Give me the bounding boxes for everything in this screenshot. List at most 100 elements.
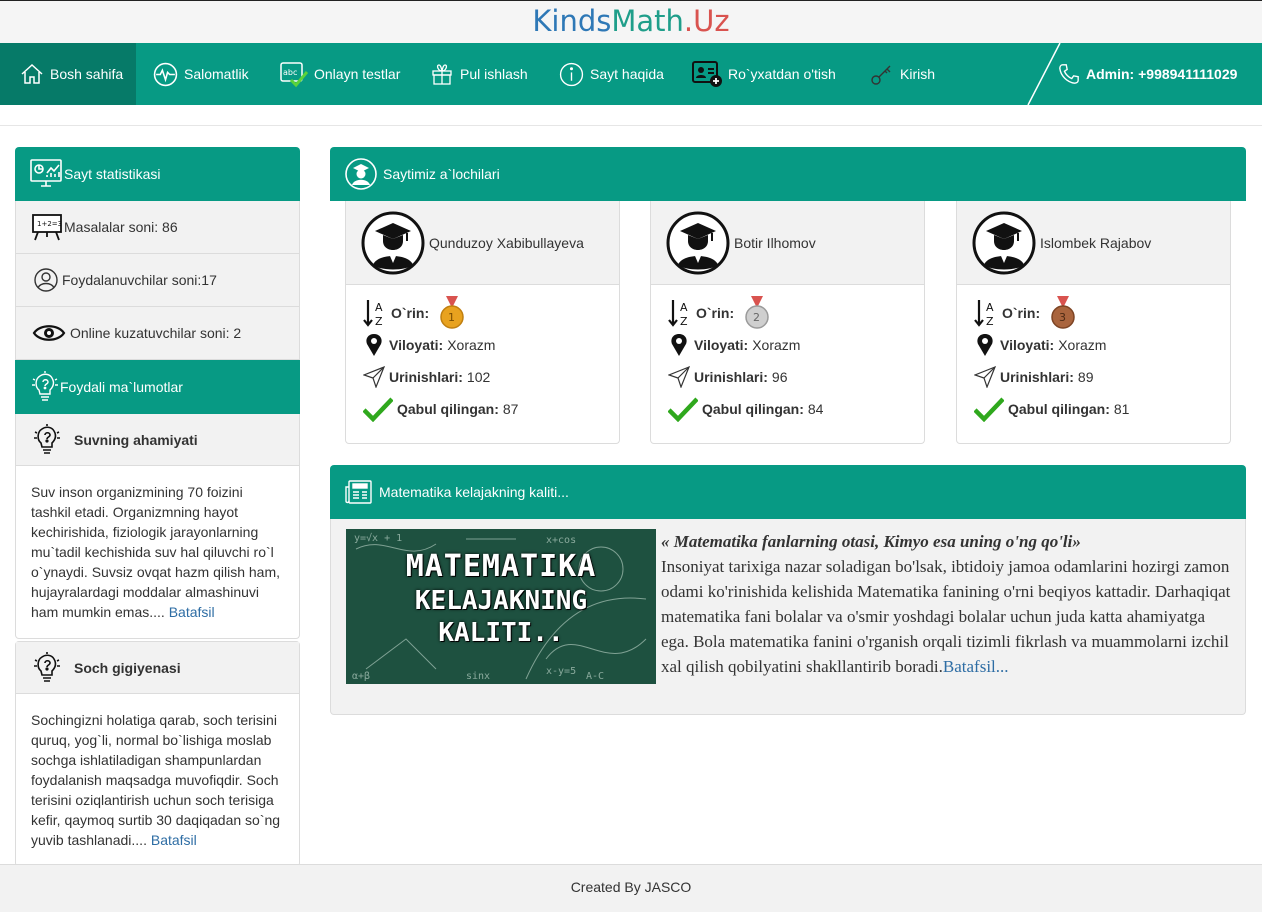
sort-az-icon: AZ [363,300,383,328]
info-card-water: Suvning ahamiyati Suv inson organizminin… [15,414,300,639]
stat-online-viewers: Online kuzatuvchilar soni: 2 [15,307,300,360]
leaders-section: Saytimiz a`lochilari Qunduzoy Xabibullay… [330,147,1246,445]
leader-card-header: Botir Ilhomov [651,201,924,285]
graduate-avatar-icon [666,211,730,274]
newspaper-icon [345,480,372,504]
info-card-title: Suvning ahamiyati [16,414,299,466]
info-card-body: Sochingizni holatiga qarab, soch terisin… [31,712,281,848]
svg-text:A: A [680,301,688,314]
send-arrow-icon [363,366,385,388]
svg-text:abc: abc [283,68,297,77]
map-pin-icon [671,334,687,356]
eye-icon [32,325,66,341]
info-card-title: Soch gigiyenasi [16,642,299,694]
svg-text:x+cos: x+cos [546,535,576,546]
nav-item-online-tests[interactable]: abc Onlayn testlar [280,43,400,105]
leader-place-row: AZ O`rin: 3 [974,296,1230,329]
svg-text:sinx: sinx [466,671,490,682]
heartbeat-icon [153,62,178,86]
nav-item-home[interactable]: Bosh sahifa [0,43,136,105]
svg-text:x-y=5: x-y=5 [546,666,576,677]
leader-attempts-row: Urinishlari: 89 [974,361,1230,393]
graduate-avatar-icon [972,211,1036,274]
svg-text:3: 3 [1059,311,1066,324]
leader-accepted-row: Qabul qilingan: 84 [668,393,924,425]
test-check-icon: abc [280,62,308,88]
stats-panel-header: Sayt statistikasi [15,147,300,201]
svg-text:Z: Z [986,315,994,328]
map-pin-icon [977,334,993,356]
svg-text:A: A [986,301,994,314]
site-logo[interactable]: KindsMath.Uz [532,4,729,38]
gift-icon [432,64,452,85]
info-icon [559,62,584,86]
idea-bulb-icon [34,423,60,454]
gold-medal-icon: 1 [440,296,464,329]
leader-card: Qunduzoy Xabibullayeva AZ O`rin: 1 Viloy… [345,201,620,444]
nav-item-login[interactable]: Kirish [870,43,935,105]
graduate-avatar-icon [361,211,425,274]
news-body: y=√x + 1 x+cos A-C sinx x-y=5 α+β MATEMATIK… [330,519,1246,715]
leader-region-row: Viloyati: Xorazm [974,329,1230,361]
send-arrow-icon [668,366,690,388]
news-text: « Matematika fanlarning otasi, Kimyo esa… [661,529,1231,679]
leader-card-header: Islombek Rajabov [957,201,1230,285]
svg-text:1+2=3: 1+2=3 [37,220,62,228]
read-more-link[interactable]: Batafsil [169,604,215,620]
leader-card-body: AZ O`rin: 3 Viloyati: Xorazm Urinishlari:… [957,285,1230,425]
monitor-stats-icon [30,159,62,187]
news-section: Matematika kelajakning kaliti... y=√x + … [330,465,1246,715]
news-image-caption: MATEMATIKA KELAJAKNING KALITI.. [405,549,597,648]
nav-underline [0,125,1262,126]
student-circle-icon [345,158,377,190]
leader-place-row: AZ O`rin: 2 [668,296,924,329]
leader-place-row: AZ O`rin: 1 [363,296,619,329]
leaders-header: Saytimiz a`lochilari [330,147,1246,201]
main-nav: Bosh sahifa Salomatlik abc Onlayn testla… [0,43,1262,105]
footer: Created By JASCO [0,864,1262,912]
phone-icon [1059,64,1079,84]
svg-text:A-C: A-C [586,671,604,682]
svg-text:2: 2 [753,311,760,324]
news-read-more-link[interactable]: Batafsil... [943,657,1009,676]
svg-text:Z: Z [680,315,688,328]
brand-bar: KindsMath.Uz [0,0,1262,43]
svg-text:y=√x + 1: y=√x + 1 [354,532,402,544]
leader-card-header: Qunduzoy Xabibullayeva [346,201,619,285]
bronze-medal-icon: 3 [1051,296,1075,329]
left-sidebar: Sayt statistikasi 1+2=3 Masalalar soni: … [15,147,300,869]
stat-problems-count: 1+2=3 Masalalar soni: 86 [15,201,300,254]
map-pin-icon [366,334,382,356]
svg-text:Z: Z [375,315,383,328]
leaders-cards: Qunduzoy Xabibullayeva AZ O`rin: 1 Viloy… [330,201,1246,445]
register-user-icon [692,61,722,87]
sort-az-icon: AZ [668,300,688,328]
idea-bulb-icon [32,371,58,401]
nav-item-register[interactable]: Ro`yxatdan o'tish [692,43,836,105]
check-icon [668,397,698,422]
news-quote: « Matematika fanlarning otasi, Kimyo esa… [661,532,1081,551]
leader-card-body: AZ O`rin: 2 Viloyati: Xorazm Urinishlari:… [651,285,924,425]
nav-item-earn-money[interactable]: Pul ishlash [430,43,528,105]
news-header: Matematika kelajakning kaliti... [330,465,1246,519]
nav-item-about[interactable]: Sayt haqida [559,43,664,105]
stat-users-count: Foydalanuvchilar soni:17 [15,254,300,307]
silver-medal-icon: 2 [745,296,769,329]
leader-region-row: Viloyati: Xorazm [363,329,619,361]
leader-card-body: AZ O`rin: 1 Viloyati: Xorazm Urinishlari:… [346,285,619,425]
nav-item-health[interactable]: Salomatlik [153,43,249,105]
read-more-link[interactable]: Batafsil [151,832,197,848]
useful-info-header: Foydali ma`lumotlar [15,360,300,414]
sort-az-icon: AZ [974,300,994,328]
leader-card: Islombek Rajabov AZ O`rin: 3 Viloyati: Xo… [956,201,1231,444]
news-image[interactable]: y=√x + 1 x+cos A-C sinx x-y=5 α+β MATEMATIK… [346,529,656,684]
key-icon [871,65,891,85]
leader-card: Botir Ilhomov AZ O`rin: 2 Viloyati: Xoraz… [650,201,925,444]
admin-contact: Admin: +998941111029 [1058,43,1237,105]
leader-region-row: Viloyati: Xorazm [668,329,924,361]
idea-bulb-icon [34,651,60,682]
info-card-hair: Soch gigiyenasi Sochingizni holatiga qar… [15,641,300,867]
info-card-body: Suv inson organizmining 70 foizini tashk… [31,484,280,620]
leader-accepted-row: Qabul qilingan: 87 [363,393,619,425]
svg-text:α+β: α+β [352,671,370,682]
